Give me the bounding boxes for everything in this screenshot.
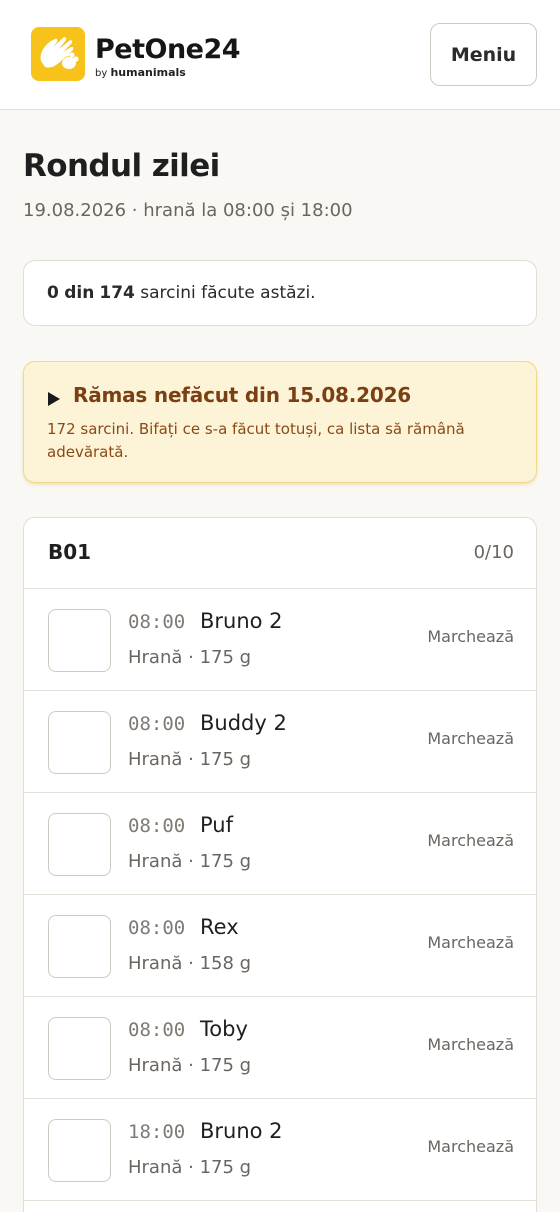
mark-button[interactable]: Marchează <box>427 831 514 850</box>
progress-done-count: 0 <box>47 283 59 303</box>
daily-progress-card: 0 din 174 sarcini făcute astăzi. <box>23 260 537 326</box>
progress-suffix: sarcini făcute astăzi. <box>140 283 316 303</box>
task-checkbox[interactable] <box>48 609 111 672</box>
overdue-warning-title[interactable]: Rămas nefăcut din 15.08.2026 <box>73 383 411 407</box>
brand-name[interactable]: PetOne24 <box>95 34 241 66</box>
task-row: 18:00 Bruno 2 Hrană · 175 g Marchează <box>24 1099 536 1201</box>
task-time: 08:00 <box>128 713 186 735</box>
task-checkbox[interactable] <box>48 1017 111 1080</box>
task-detail: Hrană · 158 g <box>128 953 252 974</box>
task-checkbox[interactable] <box>48 1119 111 1182</box>
task-group-header: B01 0/10 <box>24 518 536 589</box>
mark-button[interactable]: Marchează <box>427 1035 514 1054</box>
task-detail: Hrană · 175 g <box>128 1157 252 1178</box>
task-time: 08:00 <box>128 815 186 837</box>
task-row: 08:00 Rex Hrană · 158 g Marchează <box>24 895 536 997</box>
task-time: 08:00 <box>128 611 186 633</box>
menu-button[interactable]: Meniu <box>430 23 537 86</box>
task-detail: Hrană · 175 g <box>128 1055 252 1076</box>
task-detail: Hrană · 175 g <box>128 851 252 872</box>
mark-button[interactable]: Marchează <box>427 933 514 952</box>
task-time: 08:00 <box>128 917 186 939</box>
brand-tagline-prefix: by <box>95 68 108 79</box>
page-title: Rondul zilei <box>23 148 220 184</box>
progress-total-count: 174 <box>99 283 135 303</box>
task-group-card: B01 0/10 08:00 Bruno 2 Hrană · 175 g Mar… <box>23 517 537 1212</box>
task-checkbox[interactable] <box>48 711 111 774</box>
brand-tagline-name: humanimals <box>110 66 186 79</box>
mark-button[interactable]: Marchează <box>427 1137 514 1156</box>
task-animal-name: Toby <box>200 1017 248 1041</box>
task-row: 08:00 Buddy 2 Hrană · 175 g Marchează <box>24 691 536 793</box>
task-checkbox[interactable] <box>48 813 111 876</box>
task-checkbox[interactable] <box>48 915 111 978</box>
task-animal-name: Bruno 2 <box>200 1119 283 1143</box>
mark-button[interactable]: Marchează <box>427 729 514 748</box>
top-header: PetOne24 by humanimals Meniu <box>0 0 560 110</box>
overdue-warning-text: 172 sarcini. Bifați ce s-a făcut totuși,… <box>47 420 465 461</box>
task-time: 08:00 <box>128 1019 186 1041</box>
page-subtitle: 19.08.2026 · hrană la 08:00 și 18:00 <box>23 200 353 221</box>
task-time: 18:00 <box>128 1121 186 1143</box>
overdue-warning-card[interactable]: Rămas nefăcut din 15.08.2026 172 sarcini… <box>23 361 537 483</box>
task-animal-name: Rex <box>200 915 239 939</box>
hands-paw-logo-icon[interactable] <box>31 27 85 81</box>
task-detail: Hrană · 175 g <box>128 749 252 770</box>
task-row: 08:00 Puf Hrană · 175 g Marchează <box>24 793 536 895</box>
task-animal-name: Puf <box>200 813 233 837</box>
task-group-name: B01 <box>48 540 92 564</box>
task-animal-name: Buddy 2 <box>200 711 287 735</box>
expand-triangle-icon[interactable] <box>48 392 60 406</box>
brand-tagline: by humanimals <box>95 67 186 80</box>
task-animal-name: Bruno 2 <box>200 609 283 633</box>
task-row: 08:00 Bruno 2 Hrană · 175 g Marchează <box>24 589 536 691</box>
task-group-count: 0/10 <box>473 542 514 563</box>
task-detail: Hrană · 175 g <box>128 647 252 668</box>
progress-of-word: din <box>64 283 95 303</box>
task-row: 08:00 Toby Hrană · 175 g Marchează <box>24 997 536 1099</box>
mark-button[interactable]: Marchează <box>427 627 514 646</box>
